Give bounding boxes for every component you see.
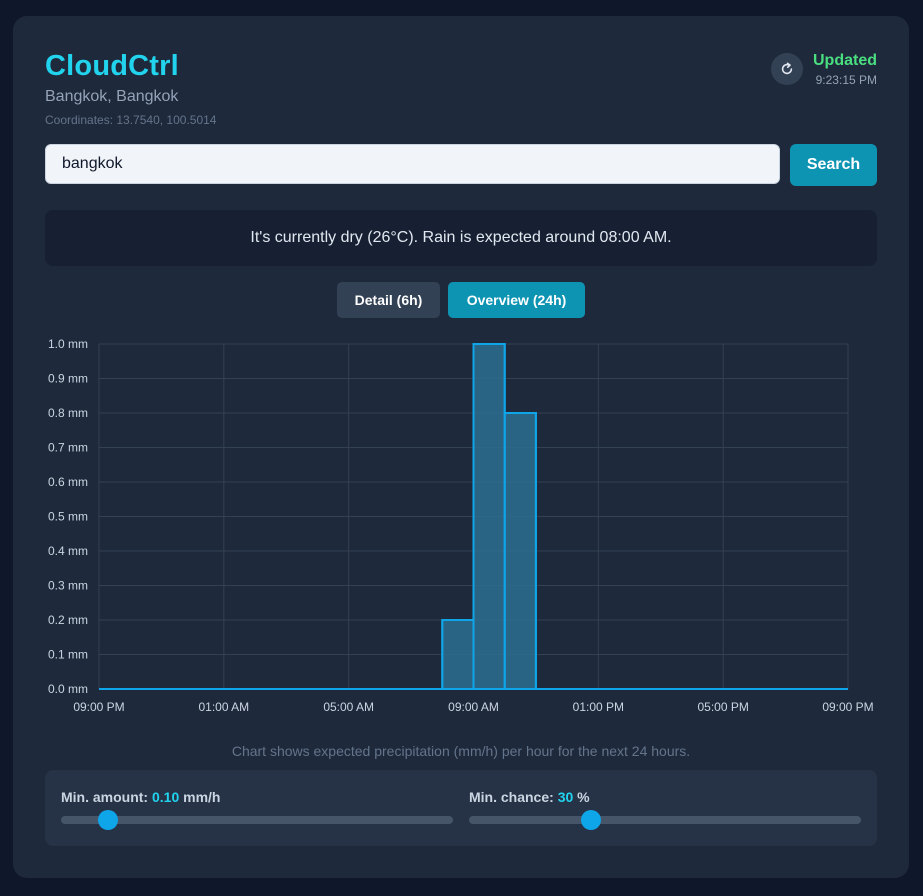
y-tick-label: 0.6 mm — [48, 475, 88, 489]
y-tick-label: 0.0 mm — [48, 682, 88, 696]
min-chance-label: Min. chance: 30 % — [469, 789, 590, 805]
min-amount-slider-thumb[interactable] — [98, 810, 119, 830]
x-tick-label: 09:00 AM — [448, 700, 499, 714]
x-tick-label: 05:00 AM — [323, 700, 374, 714]
weather-card: CloudCtrl Bangkok, Bangkok Coordinates: … — [13, 16, 909, 878]
min-chance-value: 30 — [557, 789, 574, 805]
y-tick-label: 0.2 mm — [48, 613, 88, 627]
x-tick-label: 09:00 PM — [822, 700, 873, 714]
min-chance-unit: % — [577, 789, 590, 805]
x-tick-label: 09:00 PM — [73, 700, 124, 714]
y-tick-label: 0.4 mm — [48, 544, 88, 558]
min-amount-unit: mm/h — [183, 789, 221, 805]
x-tick-label: 01:00 AM — [198, 700, 249, 714]
y-tick-label: 0.3 mm — [48, 579, 88, 593]
chart-caption: Chart shows expected precipitation (mm/h… — [231, 743, 691, 759]
y-tick-label: 1.0 mm — [48, 337, 88, 351]
y-tick-label: 0.1 mm — [48, 648, 88, 662]
y-tick-label: 0.5 mm — [48, 510, 88, 524]
filter-panel: Min. amount: 0.10 mm/h Min. chance: 30 % — [45, 770, 877, 846]
y-tick-label: 0.9 mm — [48, 372, 88, 386]
min-chance-slider[interactable] — [469, 810, 861, 830]
min-chance-text: Min. chance: — [469, 789, 554, 805]
x-tick-label: 01:00 PM — [573, 700, 624, 714]
min-amount-label: Min. amount: 0.10 mm/h — [61, 789, 220, 805]
y-tick-label: 0.8 mm — [48, 406, 88, 420]
min-chance-slider-thumb[interactable] — [580, 810, 601, 830]
min-amount-text: Min. amount: — [61, 789, 149, 805]
min-amount-value: 0.10 — [152, 789, 180, 805]
precipitation-chart: 0.0 mm 0.1 mm 0.2 mm 0.3 mm 0.4 mm 0.5 mm 0.6 … — [48, 337, 874, 714]
min-amount-slider[interactable] — [61, 810, 453, 830]
y-tick-label: 0.7 mm — [48, 441, 88, 455]
x-tick-label: 05:00 PM — [697, 700, 748, 714]
